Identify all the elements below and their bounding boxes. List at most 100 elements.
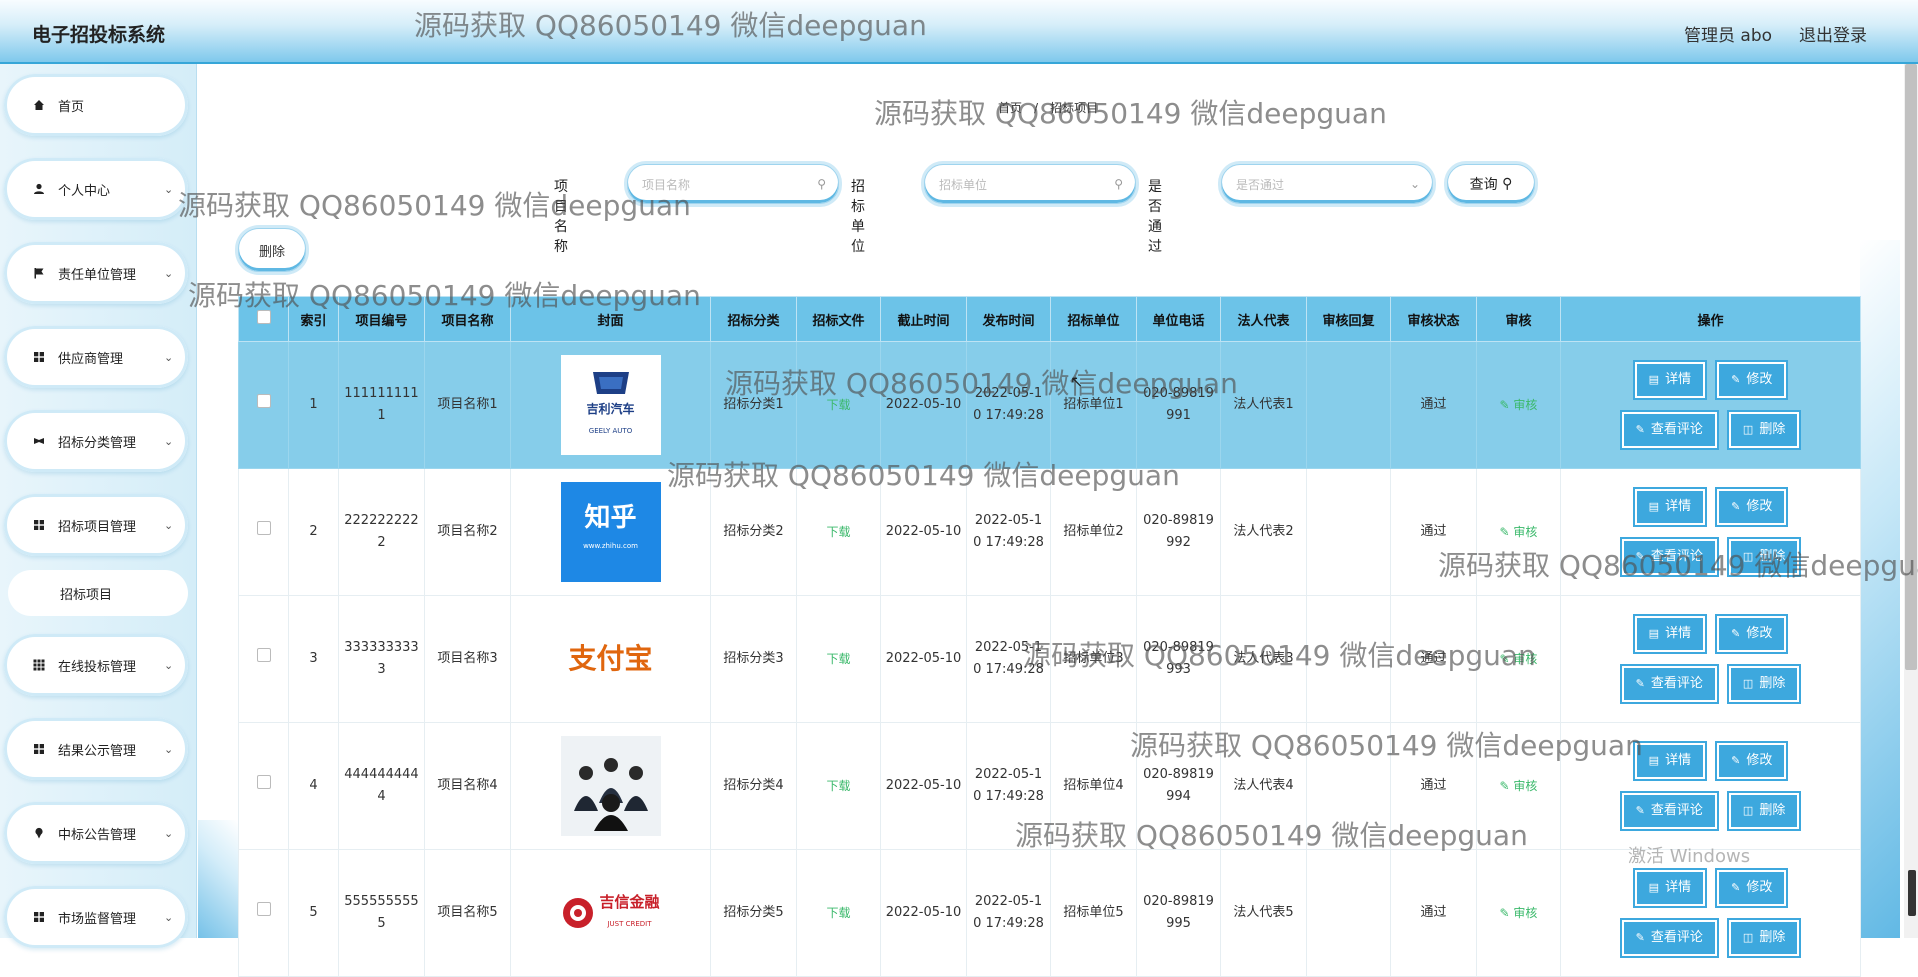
row-checkbox[interactable] xyxy=(238,849,289,977)
cell-reply xyxy=(1306,468,1391,596)
sidebar-item-result-publicity[interactable]: 结果公示管理 ⌄ xyxy=(4,718,188,780)
trash-icon: ◫ xyxy=(1742,931,1754,944)
sidebar-item-personal-center[interactable]: 个人中心 ⌄ xyxy=(4,158,188,220)
cover-logo-text: 吉信金融 xyxy=(599,893,660,911)
cell-deadline: 2022-05-10 xyxy=(880,849,967,977)
detail-button[interactable]: ▤ 详情 xyxy=(1632,360,1708,400)
sidebar-subitem-bid-project[interactable]: 招标项目 xyxy=(8,570,188,616)
cell-category: 招标分类3 xyxy=(710,595,797,723)
edit-icon: ✎ xyxy=(1635,931,1645,944)
cell-status: 通过 xyxy=(1390,468,1477,596)
edit-button[interactable]: ✎ 修改 xyxy=(1715,360,1789,400)
sidebar-item-responsible-unit[interactable]: 责任单位管理 ⌄ xyxy=(4,242,188,304)
delete-button[interactable]: ◫ 删除 xyxy=(1726,791,1802,831)
chevron-down-icon: ⌄ xyxy=(164,350,174,364)
audit-link[interactable]: ✎ 审核 xyxy=(1500,906,1538,920)
table-row[interactable]: 2 2222222222 项目名称2 知乎 www.zhihu.com 招标分类… xyxy=(238,468,1861,596)
table-row[interactable]: 5 5555555555 项目名称5 吉信金融 JUST CREDIT 招标分类… xyxy=(238,849,1861,977)
logout-link[interactable]: 退出登录 xyxy=(1799,21,1867,46)
audit-link[interactable]: ✎ 审核 xyxy=(1500,652,1538,666)
breadcrumb-home[interactable]: 首页 xyxy=(998,101,1022,115)
cell-actions: ▤ 详情 ✎ 修改 ✎ 查看评论 ◫ 删除 xyxy=(1560,341,1861,469)
comments-label: 查看评论 xyxy=(1650,676,1703,691)
cell-unit: 招标单位2 xyxy=(1050,468,1137,596)
chevron-down-icon: ⌄ xyxy=(164,182,174,196)
breadcrumb-separator: / xyxy=(1034,101,1039,115)
table-row[interactable]: 1 1111111111 项目名称1 吉利汽车 GEELY AUTO 招标分类1… xyxy=(238,341,1861,469)
detail-button[interactable]: ▤ 详情 xyxy=(1632,614,1708,654)
admin-user-label: 管理员 abo xyxy=(1684,26,1773,46)
cover-image-alipay: 支付宝 xyxy=(561,609,661,709)
table-row[interactable]: 4 4444444444 项目名称4 招标分类4 下载 2022-05-10 2… xyxy=(238,722,1861,850)
edit-button[interactable]: ✎ 修改 xyxy=(1715,487,1789,527)
sidebar-item-home[interactable]: 首页 xyxy=(4,74,188,136)
cell-publish: 2022-05-10 17:49:28 xyxy=(966,595,1051,723)
download-link[interactable]: 下载 xyxy=(826,906,850,920)
breadcrumb-current: 招标项目 xyxy=(1050,101,1099,115)
edit-button[interactable]: ✎ 修改 xyxy=(1715,614,1789,654)
row-checkbox[interactable] xyxy=(238,595,289,723)
delete-button[interactable]: ◫ 删除 xyxy=(1726,410,1802,450)
sidebar-item-label: 在线投标管理 xyxy=(58,659,137,675)
cell-legal: 法人代表5 xyxy=(1220,849,1307,977)
cover-logo-subtext: GEELY AUTO xyxy=(588,427,633,435)
view-comments-button[interactable]: ✎ 查看评论 xyxy=(1619,410,1719,450)
sidebar-item-market-supervision[interactable]: 市场监督管理 ⌄ xyxy=(4,886,188,948)
sidebar-subitem-label: 招标项目 xyxy=(60,587,113,603)
detail-button[interactable]: ▤ 详情 xyxy=(1632,868,1708,908)
cover-image-business-people xyxy=(560,736,661,836)
scrollbar-thumb[interactable] xyxy=(1905,64,1917,670)
audit-link[interactable]: ✎ 审核 xyxy=(1500,525,1538,539)
cell-file: 下载 xyxy=(796,595,881,723)
column-header: 项目名称 xyxy=(424,296,511,342)
edit-icon: ✎ xyxy=(1635,804,1645,817)
select-all-checkbox[interactable] xyxy=(238,296,289,342)
sidebar-item-online-bidding[interactable]: 在线投标管理 ⌄ xyxy=(4,634,188,696)
cell-publish: 2022-05-10 17:49:28 xyxy=(966,341,1051,469)
chevron-down-icon: ⌄ xyxy=(164,910,174,924)
cell-status: 通过 xyxy=(1390,341,1477,469)
delete-button[interactable]: ◫ 删除 xyxy=(1726,664,1802,704)
query-button[interactable]: 查询 ⚲ xyxy=(1447,164,1535,204)
project-name-input[interactable]: 项目名称 ⚲ xyxy=(627,164,839,204)
cell-name: 项目名称2 xyxy=(424,468,511,596)
cell-phone: 020-89819991 xyxy=(1136,341,1221,469)
download-link[interactable]: 下载 xyxy=(826,779,850,793)
bid-unit-input[interactable]: 招标单位 ⚲ xyxy=(924,164,1136,204)
cell-code: 4444444444 xyxy=(338,722,425,850)
sidebar-item-bid-project[interactable]: 招标项目管理 ⌄ xyxy=(4,494,188,556)
download-link[interactable]: 下载 xyxy=(826,652,850,666)
view-comments-button[interactable]: ✎ 查看评论 xyxy=(1619,664,1719,704)
download-link[interactable]: 下载 xyxy=(826,525,850,539)
cell-file: 下载 xyxy=(796,341,881,469)
sidebar-item-award-notice[interactable]: 中标公告管理 ⌄ xyxy=(4,802,188,864)
view-comments-button[interactable]: ✎ 查看评论 xyxy=(1619,791,1719,831)
cell-deadline: 2022-05-10 xyxy=(880,722,967,850)
audit-link[interactable]: ✎ 审核 xyxy=(1500,779,1538,793)
delete-button[interactable]: ◫ 删除 xyxy=(1726,537,1802,577)
edit-button[interactable]: ✎ 修改 xyxy=(1715,741,1789,781)
view-comments-button[interactable]: ✎ 查看评论 xyxy=(1619,918,1719,958)
delete-button[interactable]: ◫ 删除 xyxy=(1726,918,1802,958)
detail-button[interactable]: ▤ 详情 xyxy=(1632,487,1708,527)
row-checkbox[interactable] xyxy=(238,722,289,850)
column-header: 发布时间 xyxy=(966,296,1051,342)
edit-button[interactable]: ✎ 修改 xyxy=(1715,868,1789,908)
audit-link[interactable]: ✎ 审核 xyxy=(1500,398,1538,412)
cell-cover: 吉利汽车 GEELY AUTO xyxy=(510,341,711,469)
pass-status-select[interactable]: 是否通过 ⌄ xyxy=(1221,164,1433,204)
trash-icon: ◫ xyxy=(1742,804,1754,817)
detail-button[interactable]: ▤ 详情 xyxy=(1632,741,1708,781)
sidebar-item-bid-category[interactable]: 招标分类管理 ⌄ xyxy=(4,410,188,472)
scrollbar-thumb-secondary[interactable] xyxy=(1908,870,1916,916)
row-checkbox[interactable] xyxy=(238,341,289,469)
sidebar-item-supplier[interactable]: 供应商管理 ⌄ xyxy=(4,326,188,388)
table-row[interactable]: 3 3333333333 项目名称3 支付宝 招标分类3 下载 2022-05-… xyxy=(238,595,1861,723)
cell-status: 通过 xyxy=(1390,849,1477,977)
download-link[interactable]: 下载 xyxy=(826,398,850,412)
view-comments-button[interactable]: ✎ 查看评论 xyxy=(1619,537,1719,577)
batch-delete-button[interactable]: 删除 xyxy=(238,228,306,272)
edit-label: 修改 xyxy=(1746,499,1773,514)
document-icon: ▤ xyxy=(1648,627,1660,640)
row-checkbox[interactable] xyxy=(238,468,289,596)
